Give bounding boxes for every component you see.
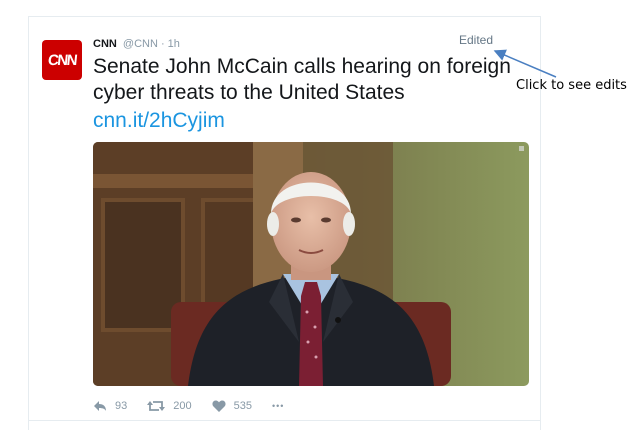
heart-icon [212,400,226,412]
display-name[interactable]: CNN [93,38,117,50]
reply-count: 93 [115,400,128,412]
cnn-logo-text: CNN [47,51,77,69]
card-bottom-border [28,420,541,421]
retweet-icon [147,401,166,411]
avatar[interactable]: CNN [42,40,82,80]
more-icon: ••• [271,401,285,411]
more-options-button[interactable]: ••• [272,401,284,411]
tweet-header: CNN @CNN · 1h [93,38,180,50]
edited-label[interactable]: Edited [459,33,493,47]
handle-and-time[interactable]: @CNN · 1h [123,38,180,50]
like-count: 535 [233,400,252,412]
tweet-media-image[interactable] [93,142,529,386]
like-button[interactable]: 535 [212,400,252,412]
tweet-link[interactable]: cnn.it/2hCyjim [93,108,225,134]
reply-icon [94,401,106,411]
retweet-count: 200 [173,400,192,412]
tweet-text: Senate John McCain calls hearing on fore… [93,55,511,104]
retweet-button[interactable]: 200 [147,400,192,412]
reply-button[interactable]: 93 [93,400,127,412]
tweet-actions: 93 200 535 ••• [93,397,304,415]
